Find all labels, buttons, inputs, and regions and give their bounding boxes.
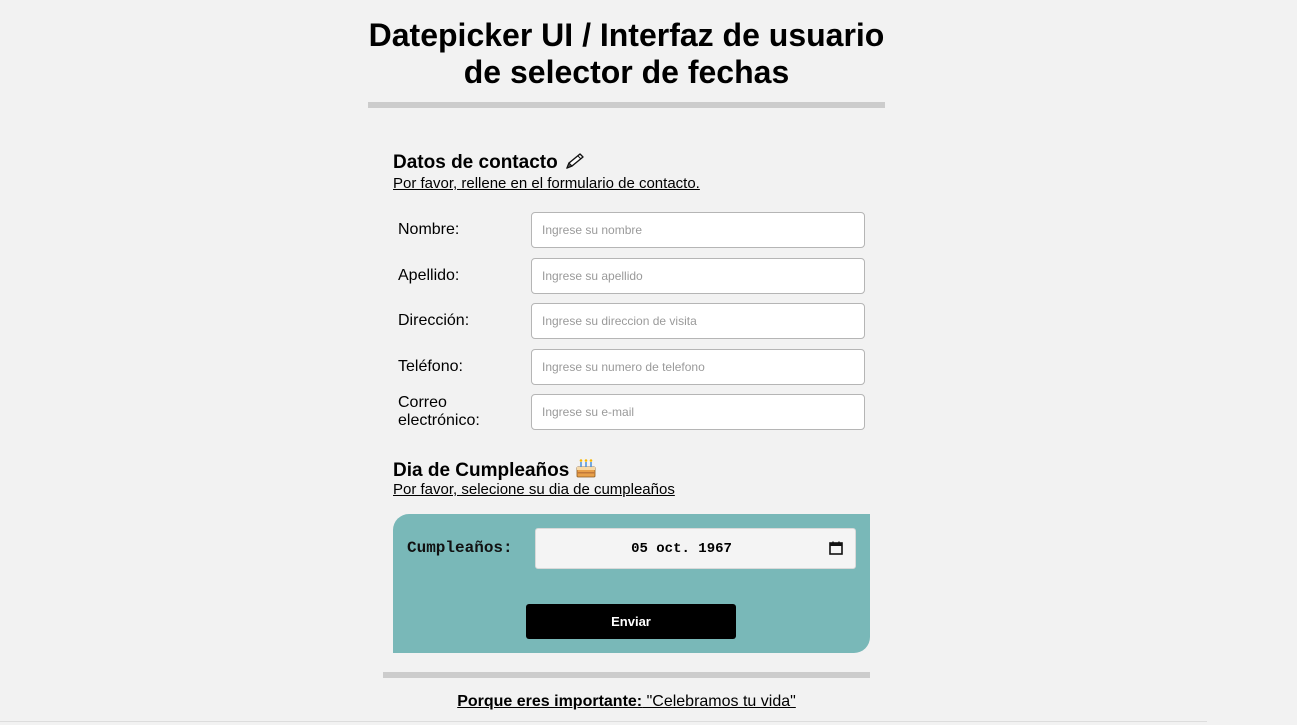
field-label-apellido: Apellido: xyxy=(398,267,460,284)
bottom-border xyxy=(0,721,1207,722)
birthday-subtitle: Por favor, selecione su dia de cumpleaño… xyxy=(393,481,675,498)
email-input[interactable] xyxy=(531,394,865,430)
contact-heading-text: Datos de contacto xyxy=(393,152,558,173)
page: Datepicker UI / Interfaz de usuario de s… xyxy=(0,0,1297,725)
field-label-direccion: Dirección: xyxy=(398,312,470,329)
direccion-input[interactable] xyxy=(531,303,865,339)
birthday-date-input[interactable]: 05 oct. 1967 xyxy=(535,528,856,569)
calendar-icon[interactable] xyxy=(829,541,843,555)
telefono-input[interactable] xyxy=(531,349,865,385)
footer-strong: Porque eres importante: xyxy=(457,693,643,710)
birthday-heading-text: Dia de Cumpleaños xyxy=(393,460,570,481)
field-label-nombre: Nombre: xyxy=(398,221,460,238)
apellido-input[interactable] xyxy=(531,258,865,294)
birthday-label: Cumpleaños: xyxy=(407,539,513,557)
footer-divider xyxy=(383,672,870,678)
birthday-date-value: 05 oct. 1967 xyxy=(631,541,732,557)
contact-subtitle: Por favor, rellene en el formulario de c… xyxy=(393,175,700,192)
page-title: Datepicker UI / Interfaz de usuario de s… xyxy=(368,17,885,90)
submit-button[interactable]: Enviar xyxy=(526,604,736,639)
field-label-correo: Correo electrónico: xyxy=(398,394,480,429)
footer-text: Porque eres importante: "Celebramos tu v… xyxy=(383,692,870,711)
footer-quote: "Celebramos tu vida" xyxy=(642,693,796,710)
title-divider xyxy=(368,102,885,108)
pen-icon xyxy=(564,152,586,176)
nombre-input[interactable] xyxy=(531,212,865,248)
field-label-telefono: Teléfono: xyxy=(398,358,463,375)
birthday-panel: Cumpleaños: 05 oct. 1967 Enviar xyxy=(393,514,870,653)
contact-heading: Datos de contacto xyxy=(393,152,586,176)
